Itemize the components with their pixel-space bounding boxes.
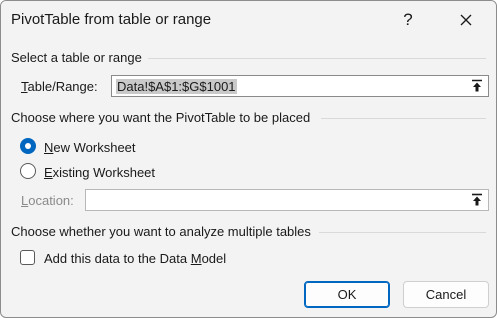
help-icon: ? — [403, 10, 413, 29]
location-input[interactable] — [85, 189, 489, 211]
select-range-section-title: Select a table or range — [11, 50, 142, 65]
existing-worksheet-label[interactable]: Existing Worksheet — [44, 165, 155, 180]
pivottable-dialog: PivotTable from table or range ? Select … — [0, 0, 497, 318]
dialog-title: PivotTable from table or range — [11, 11, 212, 28]
existing-worksheet-radio[interactable] — [20, 163, 36, 179]
close-icon — [460, 14, 472, 26]
section-divider — [321, 118, 486, 119]
table-range-input[interactable]: Data!$A$1:$G$1001 — [111, 75, 489, 97]
table-range-collapse-button[interactable] — [466, 76, 488, 96]
new-worksheet-label[interactable]: New Worksheet — [44, 140, 136, 155]
table-range-label: Table/Range: — [21, 79, 98, 94]
new-worksheet-radio[interactable] — [20, 138, 36, 154]
section-divider — [148, 58, 486, 59]
multiple-tables-section-title: Choose whether you want to analyze multi… — [11, 224, 311, 239]
collapse-dialog-icon — [472, 79, 482, 92]
section-divider — [319, 232, 486, 233]
close-button[interactable] — [449, 5, 483, 35]
help-button[interactable]: ? — [391, 5, 425, 35]
placement-section-title: Choose where you want the PivotTable to … — [11, 110, 311, 125]
location-collapse-button[interactable] — [466, 190, 488, 210]
data-model-checkbox[interactable] — [20, 250, 35, 265]
table-range-value: Data!$A$1:$G$1001 — [116, 79, 237, 94]
ok-button[interactable]: OK — [304, 281, 390, 308]
title-bar: PivotTable from table or range ? — [1, 1, 496, 39]
cancel-button[interactable]: Cancel — [403, 281, 489, 308]
location-label: Location: — [21, 193, 74, 208]
data-model-label[interactable]: Add this data to the Data Model — [44, 251, 226, 266]
collapse-dialog-icon — [472, 193, 482, 206]
